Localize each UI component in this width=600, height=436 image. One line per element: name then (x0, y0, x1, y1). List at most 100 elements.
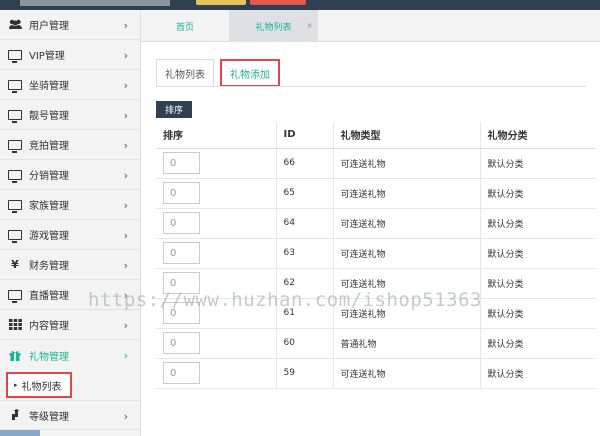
type-cell: 可连送礼物 (333, 208, 481, 239)
sidebar-item-auctions[interactable]: 竞拍管理 › (0, 130, 140, 160)
users-icon (7, 19, 23, 31)
sort-input[interactable] (163, 212, 200, 234)
table-row: 59 可连送礼物 默认分类 (156, 358, 596, 389)
sidebar-item-levels[interactable]: 等级管理 › (0, 400, 140, 430)
monitor-icon (7, 109, 23, 123)
id-cell: 66 (276, 148, 334, 179)
sidebar-item-finance[interactable]: ¥ 财务管理 › (0, 250, 140, 280)
column-header-sort: 排序 (156, 122, 277, 149)
sidebar-item-distribution[interactable]: 分销管理 › (0, 160, 140, 190)
type-cell: 可连送礼物 (333, 268, 481, 299)
header-button-yellow[interactable] (196, 0, 246, 5)
table-row: 64 可连送礼物 默认分类 (156, 208, 596, 239)
taskbar-edge (0, 430, 40, 436)
sidebar-item-label: 等级管理 (29, 411, 69, 423)
chevron-right-icon: › (123, 410, 128, 423)
sort-input[interactable] (163, 152, 200, 174)
column-header-category: 礼物分类 (480, 122, 596, 149)
id-cell: 59 (276, 358, 334, 389)
sort-input[interactable] (163, 332, 200, 354)
category-cell: 默认分类 (480, 328, 596, 359)
sort-button[interactable]: 排序 (156, 101, 192, 118)
chevron-right-icon: › (123, 139, 128, 152)
chevron-right-icon: › (123, 199, 128, 212)
sort-cell (156, 178, 277, 209)
chevron-right-icon: › (123, 229, 128, 242)
sidebar-item-vip[interactable]: VIP管理 › (0, 40, 140, 70)
sidebar-item-family[interactable]: 家族管理 › (0, 190, 140, 220)
sort-cell (156, 208, 277, 239)
tabs-divider (156, 86, 586, 87)
type-cell: 可连送礼物 (333, 298, 481, 329)
gift-table: 排序 ID 礼物类型 礼物分类 66 可连送礼物 默认分类 65 可连送礼物 默… (156, 122, 596, 389)
monitor-icon (7, 79, 23, 93)
id-cell: 63 (276, 238, 334, 269)
tab-gift-list[interactable]: 礼物列表 × (229, 10, 318, 42)
id-cell: 61 (276, 298, 334, 329)
type-cell: 普通礼物 (333, 328, 481, 359)
type-cell: 可连送礼物 (333, 238, 481, 269)
sidebar-item-content[interactable]: 内容管理 › (0, 310, 140, 340)
column-header-type: 礼物类型 (333, 122, 481, 149)
sidebar-item-mounts[interactable]: 坐骑管理 › (0, 70, 140, 100)
sidebar-subitem-label: 礼物列表 (21, 381, 62, 393)
tab-label: 礼物列表 (255, 22, 292, 33)
content-tabs: 礼物列表 礼物添加 (156, 59, 280, 87)
sidebar-item-label: VIP管理 (29, 51, 65, 62)
column-header-id: ID (276, 122, 334, 149)
monitor-icon (7, 289, 23, 303)
sidebar-item-label: 礼物管理 (29, 351, 69, 363)
monitor-icon (7, 229, 23, 243)
table-row: 60 普通礼物 默认分类 (156, 328, 596, 359)
tab-home[interactable]: 首页 (141, 10, 229, 42)
top-bar (0, 0, 600, 10)
sort-input[interactable] (163, 302, 200, 324)
monitor-icon (7, 169, 23, 183)
sidebar-item-label: 靓号管理 (29, 111, 69, 122)
chevron-right-icon: › (123, 349, 128, 362)
type-cell: 可连送礼物 (333, 178, 481, 209)
category-cell: 默认分类 (480, 358, 596, 389)
sidebar-item-label: 内容管理 (29, 321, 69, 332)
gift-icon (7, 349, 23, 361)
chevron-right-icon: › (123, 259, 128, 272)
sidebar-subitem-gift-list[interactable]: ▸ 礼物列表 (6, 372, 72, 398)
header-button-red[interactable] (250, 0, 306, 5)
grid-icon (7, 319, 23, 331)
table-row: 61 可连送礼物 默认分类 (156, 298, 596, 329)
table-row: 62 可连送礼物 默认分类 (156, 268, 596, 299)
sidebar-item-live[interactable]: 直播管理 › (0, 280, 140, 310)
sort-cell (156, 238, 277, 269)
caret-right-icon: ▸ (14, 381, 18, 389)
sidebar-item-label: 财务管理 (29, 261, 69, 272)
sidebar-item-label: 家族管理 (29, 201, 69, 212)
chevron-right-icon: › (123, 79, 128, 92)
sort-cell (156, 358, 277, 389)
yen-icon: ¥ (11, 258, 19, 271)
level-up-icon (7, 409, 23, 421)
sort-input[interactable] (163, 182, 200, 204)
app-logo (20, 0, 170, 6)
tab-gift-list-sub[interactable]: 礼物列表 (156, 59, 214, 87)
sort-input[interactable] (163, 362, 200, 384)
sort-input[interactable] (163, 242, 200, 264)
sort-cell (156, 298, 277, 329)
category-cell: 默认分类 (480, 238, 596, 269)
sort-cell (156, 268, 277, 299)
sort-input[interactable] (163, 272, 200, 294)
tab-gift-add[interactable]: 礼物添加 (220, 59, 280, 87)
sidebar-item-label: 坐骑管理 (29, 81, 69, 92)
sidebar-item-gifts[interactable]: 礼物管理 › (0, 340, 140, 370)
table-header-row: 排序 ID 礼物类型 礼物分类 (156, 122, 596, 149)
sidebar-item-vanity-numbers[interactable]: 靓号管理 › (0, 100, 140, 130)
sidebar-item-users[interactable]: 用户管理 › (0, 10, 140, 40)
sidebar-item-label: 竞拍管理 (29, 141, 69, 152)
table-row: 66 可连送礼物 默认分类 (156, 148, 596, 179)
category-cell: 默认分类 (480, 268, 596, 299)
sidebar-item-games[interactable]: 游戏管理 › (0, 220, 140, 250)
sidebar-item-label: 游戏管理 (29, 231, 69, 242)
monitor-icon (7, 139, 23, 153)
table-row: 63 可连送礼物 默认分类 (156, 238, 596, 269)
close-icon[interactable]: × (306, 21, 313, 30)
monitor-icon (7, 199, 23, 213)
